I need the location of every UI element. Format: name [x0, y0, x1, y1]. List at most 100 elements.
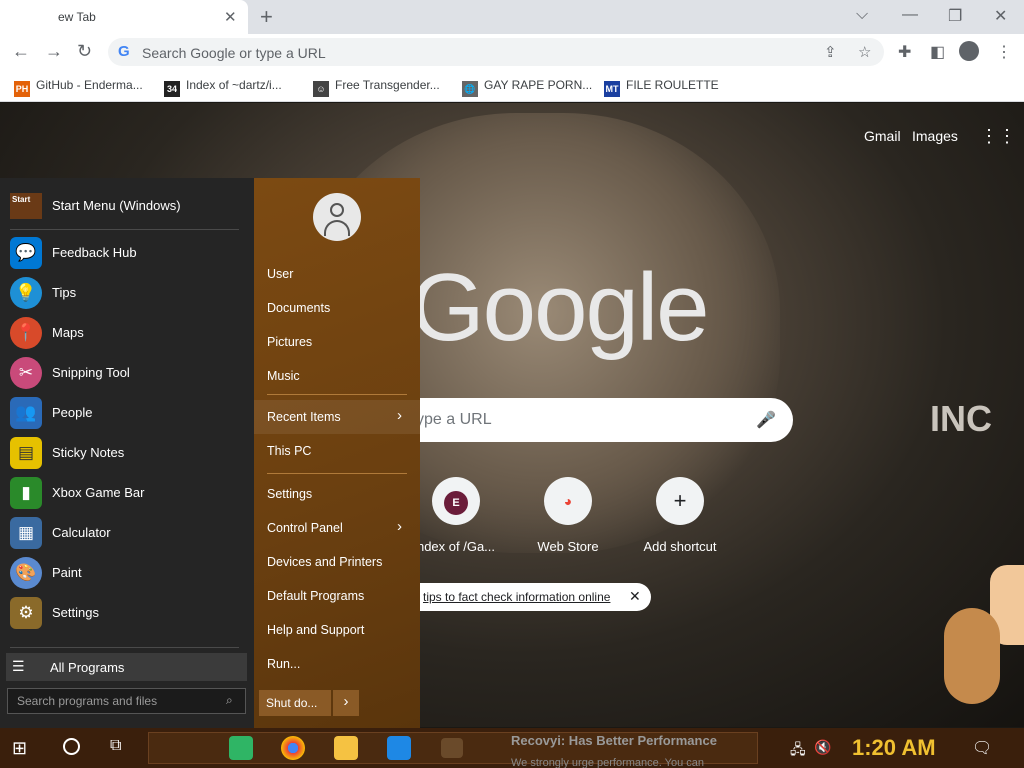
start-search-box[interactable]: ⌕ [7, 688, 246, 714]
chrome-icon[interactable] [281, 736, 305, 760]
all-programs-label: All Programs [50, 660, 125, 675]
network-icon[interactable]: 🖧 [790, 739, 806, 763]
google-apps-icon[interactable]: ⋮⋮⋮ [980, 126, 1024, 147]
bookmark-free-transgender[interactable]: ☺ Free Transgender... [313, 78, 440, 97]
place-control-panel[interactable]: Control Panel › [267, 516, 407, 540]
bookmark-globe[interactable]: 🌐 GAY RAPE PORN... [462, 78, 592, 97]
place-help-support[interactable]: Help and Support [267, 618, 407, 642]
menu-icon[interactable]: ⋮ [996, 42, 1012, 62]
windows-store-icon[interactable] [387, 736, 411, 760]
share-icon[interactable]: ⇪ [824, 43, 837, 61]
app-calculator[interactable]: ▦ Calculator [10, 516, 246, 550]
bookmark-label: GitHub - Enderma... [36, 78, 143, 92]
browser-toolbar: ← → ↻ G Search Google or type a URL ⇪ ☆ [0, 34, 1024, 70]
avatar-head [330, 203, 344, 217]
tab-close-icon[interactable]: ✕ [224, 8, 237, 26]
add-shortcut-tile[interactable]: + Add shortcut [624, 477, 736, 554]
restore-button[interactable]: ❐ [948, 6, 962, 26]
app-sticky-notes[interactable]: ▤ Sticky Notes [10, 436, 246, 470]
ntp-search-box[interactable]: ype a URL 🎤 [380, 398, 793, 442]
gmail-link[interactable]: Gmail [864, 128, 901, 144]
bookmark-favicon: 🌐 [462, 81, 478, 97]
taskbar: ⊞ ⧉ Recovyi: Has Better Performance We s… [0, 728, 1024, 768]
notification-center-icon[interactable]: 🗨 [972, 738, 992, 758]
tab-search-icon[interactable]: ⌵ [856, 6, 868, 24]
taskbar-clock[interactable]: 1:20 AM [852, 735, 936, 761]
divider [267, 473, 407, 474]
microphone-icon[interactable]: 🎤 [756, 410, 776, 430]
app-maps[interactable]: 📍 Maps [10, 316, 246, 350]
place-user[interactable]: User [267, 262, 407, 286]
all-programs-button[interactable]: ☰ All Programs [6, 653, 247, 681]
notes-app-icon[interactable] [229, 736, 253, 760]
cortana-search-icon[interactable] [63, 738, 80, 755]
forward-button[interactable]: → [45, 41, 63, 62]
place-label: Default Programs [267, 589, 365, 603]
close-window-button[interactable]: ✕ [994, 6, 1007, 26]
place-recent-items[interactable]: Recent Items › [267, 405, 407, 429]
bookmark-github[interactable]: PH GitHub - Enderma... [14, 78, 143, 97]
place-music[interactable]: Music [267, 364, 407, 388]
bookmark-favicon: MT [604, 81, 620, 97]
back-button[interactable]: ← [12, 41, 30, 62]
bookmark-star-icon[interactable]: ☆ [858, 43, 871, 61]
fact-check-notice: tips to fact check information online ✕ [395, 583, 651, 611]
place-label: Help and Support [267, 623, 365, 637]
place-pictures[interactable]: Pictures [267, 330, 407, 354]
list-icon: ☰ [12, 658, 25, 674]
images-link[interactable]: Images [912, 128, 958, 144]
place-devices-printers[interactable]: Devices and Printers [267, 550, 407, 574]
reload-button[interactable]: ↻ [77, 41, 92, 62]
app-paint[interactable]: 🎨 Paint [10, 556, 246, 590]
maps-icon: 📍 [10, 317, 42, 349]
app-thumbnail-icon[interactable] [441, 738, 463, 758]
omnibox[interactable]: G Search Google or type a URL ⇪ ☆ [108, 38, 884, 66]
shutdown-label: Shut do... [266, 696, 318, 710]
app-settings[interactable]: ⚙ Settings [10, 596, 246, 630]
search-icon[interactable]: ⌕ [226, 693, 233, 708]
user-avatar[interactable] [313, 193, 361, 241]
profile-avatar[interactable] [959, 41, 979, 61]
close-icon[interactable]: ✕ [629, 588, 641, 605]
divider [10, 647, 239, 648]
place-settings[interactable]: Settings [267, 482, 407, 506]
settings-gear-icon: ⚙ [10, 597, 42, 629]
shutdown-options-button[interactable]: › [333, 690, 359, 716]
file-explorer-icon[interactable] [334, 736, 358, 760]
task-view-icon[interactable]: ⧉ [110, 737, 121, 755]
app-people[interactable]: 👥 People [10, 396, 246, 430]
calculator-icon: ▦ [10, 517, 42, 549]
minimize-button[interactable]: — [902, 6, 918, 24]
place-label: Pictures [267, 335, 313, 349]
tab-new-tab[interactable]: ew Tab ✕ [0, 0, 248, 34]
shutdown-button[interactable]: Shut do... [259, 690, 331, 716]
start-search-input[interactable] [8, 689, 218, 713]
notice-link[interactable]: tips to fact check information online [423, 590, 610, 604]
overlay-subtitle: We strongly urge performance. You can [511, 757, 705, 768]
extensions-icon[interactable]: ✚ [898, 42, 911, 62]
place-run[interactable]: Run... [267, 652, 407, 676]
place-this-pc[interactable]: This PC [267, 439, 407, 463]
shortcut-tile[interactable]: ◕ Web Store [512, 477, 624, 554]
background-sign-text: INC [930, 398, 992, 439]
omnibox-placeholder: Search Google or type a URL [142, 45, 326, 61]
app-xbox-game-bar[interactable]: ▮ Xbox Game Bar [10, 476, 246, 510]
pinned-label: Start Menu (Windows) [52, 198, 181, 213]
start-menu-app-icon: Start [10, 193, 42, 219]
windows-start-icon[interactable]: ⊞ [12, 738, 27, 759]
volume-muted-icon[interactable]: 🔇 [814, 739, 831, 756]
paint-icon: 🎨 [10, 557, 42, 589]
new-tab-button[interactable]: + [260, 4, 273, 30]
bookmark-index-dartz[interactable]: 34 Index of ~dartz/i... [164, 78, 282, 97]
app-tips[interactable]: 💡 Tips [10, 276, 246, 310]
place-default-programs[interactable]: Default Programs [267, 584, 407, 608]
start-menu-places-pane: User Documents Pictures Music Recent Ite… [254, 178, 420, 728]
app-snipping-tool[interactable]: ✂ Snipping Tool [10, 356, 246, 390]
app-feedback-hub[interactable]: 💬 Feedback Hub [10, 236, 246, 270]
bookmark-label: FILE ROULETTE [626, 78, 719, 92]
place-documents[interactable]: Documents [267, 296, 407, 320]
bookmark-file-roulette[interactable]: MT FILE ROULETTE [604, 78, 719, 97]
app-label: Feedback Hub [52, 245, 137, 260]
side-panel-icon[interactable]: ◧ [930, 42, 945, 62]
divider [267, 394, 407, 395]
